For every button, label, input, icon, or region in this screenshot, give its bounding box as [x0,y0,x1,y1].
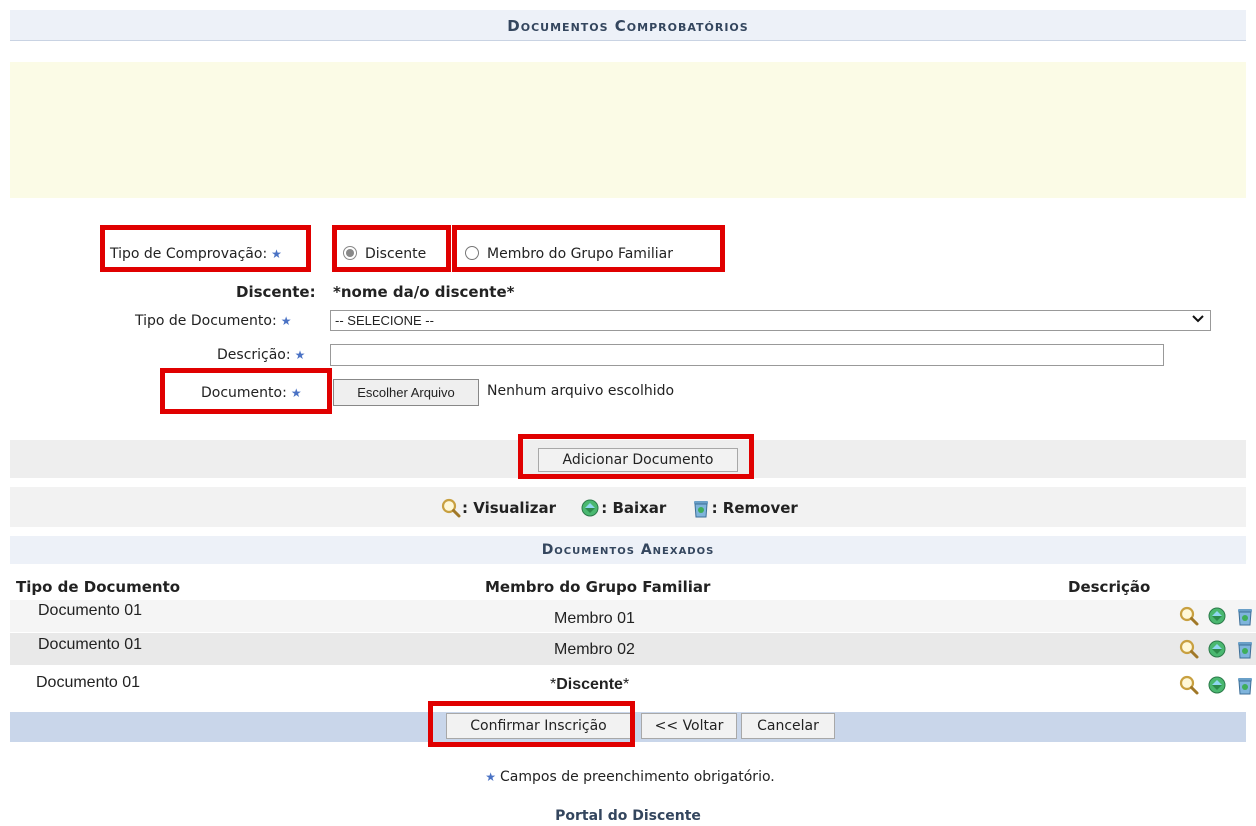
discente-label: Discente: [236,283,316,301]
choose-file-button[interactable]: Escolher Arquivo [333,379,479,406]
cell-membro: Membro 02 [554,641,635,658]
legend-baixar-label: : Baixar [601,499,667,517]
trash-icon [693,501,708,518]
table-row: Documento 01 *Discente* [10,666,1256,706]
icon-legend: : Visualizar : Baixar : Remover [440,497,816,523]
magnifier-icon [441,498,461,518]
portal-discente-link[interactable]: Portal do Discente [0,808,1256,824]
download-icon[interactable] [1206,638,1228,660]
tipo-documento-select[interactable]: -- SELECIONE -- [330,310,1211,331]
th-descricao: Descrição [1068,578,1151,596]
required-star-icon: ★ [485,770,497,784]
th-membro: Membro do Grupo Familiar [485,578,711,596]
cell-membro-bold: Discente [556,676,623,693]
section-header: Documentos Comprobatórios [10,10,1246,41]
table-row: Documento 01 Membro 01 [10,600,1256,632]
cell-tipo: Documento 01 [38,636,143,653]
descricao-label: Descrição: ★ [217,347,305,363]
highlight-confirmar [428,701,635,747]
row-actions [1178,638,1256,660]
highlight-radio-discente [332,225,451,272]
trash-icon[interactable] [1234,605,1256,627]
tipo-documento-label: Tipo de Documento: ★ [135,313,291,329]
highlight-documento [160,368,332,414]
discente-name: *nome da/o discente* [333,283,515,301]
chevron-down-icon [1192,310,1204,329]
tipo-documento-text: Tipo de Documento: [135,313,277,329]
descricao-input[interactable] [330,344,1164,366]
highlight-radio-membro [452,225,725,272]
view-icon[interactable] [1178,638,1200,660]
view-icon[interactable] [1178,605,1200,627]
required-star-icon: ★ [280,314,292,328]
row-actions [1178,605,1256,627]
required-note: ★ Campos de preenchimento obrigatório. [0,769,1256,785]
legend-remover-label: : Remover [711,499,798,517]
legend-visualizar: : Visualizar [440,497,556,519]
trash-icon[interactable] [1234,638,1256,660]
download-icon[interactable] [1206,605,1228,627]
required-note-text: Campos de preenchimento obrigatório. [500,769,775,785]
file-status: Nenhum arquivo escolhido [487,383,675,399]
view-icon[interactable] [1178,674,1200,696]
descricao-text: Descrição: [217,347,291,363]
notice-area [10,62,1246,198]
cell-tipo: Documento 01 [38,602,143,619]
highlight-tipo-comprovacao [100,225,311,272]
trash-icon[interactable] [1234,674,1256,696]
cell-membro: Membro 01 [554,610,635,627]
download-icon [581,499,599,517]
th-tipo-documento: Tipo de Documento [16,578,181,596]
row-actions [1178,674,1256,696]
table-row: Documento 01 Membro 02 [10,633,1256,665]
cell-membro: *Discente* [550,676,629,694]
cancelar-button[interactable]: Cancelar [741,713,835,739]
legend-visualizar-label: : Visualizar [462,499,556,517]
voltar-button[interactable]: << Voltar [641,713,737,739]
anexados-header: Documentos Anexados [10,536,1246,564]
select-value: -- SELECIONE -- [335,313,434,328]
cell-tipo: Documento 01 [36,674,141,691]
required-star-icon: ★ [294,348,306,362]
highlight-add-document [518,434,754,479]
download-icon[interactable] [1206,674,1228,696]
legend-remover: : Remover [690,497,798,519]
legend-baixar: : Baixar [579,497,666,519]
cell-membro-suffix: * [622,676,630,693]
